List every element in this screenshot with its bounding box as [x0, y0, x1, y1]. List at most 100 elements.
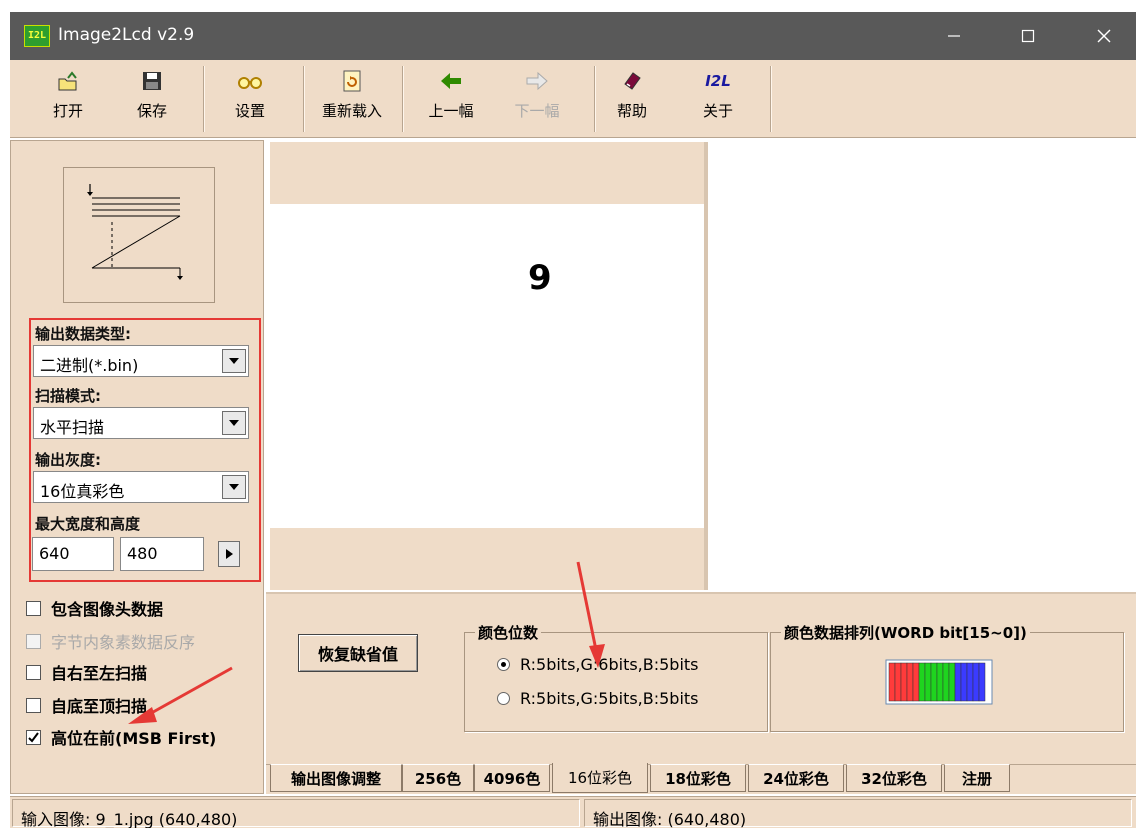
scan-mode-preview	[63, 167, 215, 303]
bit-blue	[972, 662, 980, 702]
open-button[interactable]: 打开	[50, 68, 86, 130]
scan-direction-icon	[87, 184, 183, 280]
help-button[interactable]: 帮助	[614, 68, 650, 130]
bit-red	[894, 662, 902, 702]
restore-default-button[interactable]: 恢复缺省值	[298, 634, 418, 672]
reload-icon	[337, 68, 367, 94]
bit-order-diagram	[885, 659, 993, 705]
checkbox-bottom-to-top[interactable]: 自底至顶扫描	[26, 693, 147, 717]
toolbar-separator	[303, 66, 305, 132]
max-height-input[interactable]: 480	[120, 537, 204, 571]
maximize-icon	[1021, 29, 1035, 43]
preview-digit: 9	[528, 258, 552, 298]
tab-24bit-color[interactable]: 24位彩色	[748, 764, 844, 792]
tab-4096-color[interactable]: 4096色	[474, 764, 550, 792]
color-settings-panel: 恢复缺省值 颜色位数 R:5bits,G:6bits,B:5bits R:5bi…	[266, 592, 1136, 764]
tab-256-color[interactable]: 256色	[402, 764, 474, 792]
open-icon	[53, 68, 83, 94]
gray-level-select[interactable]: 16位真彩色	[33, 471, 249, 503]
checkbox-right-to-left[interactable]: 自右至左扫描	[26, 660, 147, 684]
save-button[interactable]: 保存	[134, 68, 170, 130]
next-image-button: 下一幅	[510, 68, 564, 130]
radio-555[interactable]: R:5bits,G:5bits,B:5bits	[497, 689, 699, 708]
title-bar: I2L Image2Lcd v2.9	[10, 12, 1136, 60]
max-size-label: 最大宽度和高度	[35, 515, 141, 533]
color-bits-group: 颜色位数 R:5bits,G:6bits,B:5bits R:5bits,G:5…	[464, 622, 768, 732]
apply-size-button[interactable]	[218, 541, 240, 567]
checkbox-msb-first[interactable]: 高位在前(MSB First)	[26, 725, 216, 749]
bit-red	[906, 662, 914, 702]
help-book-icon	[617, 68, 647, 94]
dropdown-arrow-icon[interactable]	[222, 411, 246, 435]
reload-button[interactable]: 重新载入	[316, 68, 388, 130]
status-bar: 输入图像: 9_1.jpg (640,480) 输出图像: (640,480)	[10, 796, 1136, 828]
checkbox-reverse-pixels: 字节内象素数据反序	[26, 629, 195, 653]
bit-green	[936, 662, 944, 702]
tab-register[interactable]: 注册	[944, 764, 1010, 792]
checkbox-box[interactable]	[26, 697, 41, 713]
about-button[interactable]: I2L 关于	[700, 68, 736, 130]
bit-red	[912, 662, 920, 702]
bit-red	[888, 662, 896, 702]
window-title: Image2Lcd v2.9	[58, 25, 195, 45]
checkbox-include-header[interactable]: 包含图像头数据	[26, 596, 163, 620]
tab-output-adjust[interactable]: 输出图像调整	[270, 764, 402, 792]
toolbar-separator	[770, 66, 772, 132]
minimize-icon	[948, 35, 960, 37]
toolbar-separator	[402, 66, 404, 132]
output-type-select[interactable]: 二进制(*.bin)	[33, 345, 249, 377]
gray-level-label: 输出灰度:	[35, 451, 101, 469]
dropdown-arrow-icon[interactable]	[222, 475, 246, 499]
close-icon	[1097, 29, 1111, 43]
status-output-image: 输出图像: (640,480)	[584, 799, 1132, 828]
checkbox-box	[26, 633, 41, 649]
close-button[interactable]	[1080, 12, 1128, 60]
checkbox-box[interactable]	[26, 729, 41, 745]
maximize-button[interactable]	[1004, 12, 1052, 60]
bit-green	[948, 662, 956, 702]
checkbox-box[interactable]	[26, 664, 41, 680]
checkmark-icon	[28, 731, 39, 743]
input-image-preview: 9	[270, 142, 704, 590]
bit-green	[918, 662, 926, 702]
tab-18bit-color[interactable]: 18位彩色	[650, 764, 746, 792]
toolbar-separator	[594, 66, 596, 132]
toolbar-separator	[203, 66, 205, 132]
checkbox-box[interactable]	[26, 600, 41, 616]
radio-565[interactable]: R:5bits,G:6bits,B:5bits	[497, 655, 699, 674]
minimize-button[interactable]	[930, 12, 978, 60]
arrow-left-icon	[436, 68, 466, 94]
bit-green	[942, 662, 950, 702]
bit-blue	[966, 662, 974, 702]
input-image: 9	[270, 204, 704, 528]
save-icon	[137, 68, 167, 94]
scan-mode-select[interactable]: 水平扫描	[33, 407, 249, 439]
app-icon: I2L	[24, 25, 50, 47]
tabs-bar: 输出图像调整 256色 4096色 16位彩色 18位彩色 24位彩色 32位彩…	[266, 763, 1136, 794]
tab-32bit-color[interactable]: 32位彩色	[846, 764, 942, 792]
status-input-image: 输入图像: 9_1.jpg (640,480)	[12, 799, 580, 828]
toolbar: 打开 保存 设置 重新载入 上一幅 下一幅 帮助 I2L 关于	[10, 60, 1136, 138]
dropdown-arrow-icon[interactable]	[222, 349, 246, 373]
color-order-group: 颜色数据排列(WORD bit[15~0])	[770, 622, 1124, 732]
prev-image-button[interactable]: 上一幅	[424, 68, 478, 130]
glasses-icon	[235, 68, 265, 94]
bit-blue	[978, 662, 986, 702]
play-arrow-icon	[225, 549, 233, 559]
bit-green	[924, 662, 932, 702]
bit-green	[930, 662, 938, 702]
color-order-title: 颜色数据排列(WORD bit[15~0])	[781, 622, 1030, 643]
output-type-label: 输出数据类型:	[35, 325, 131, 343]
color-bits-title: 颜色位数	[475, 622, 542, 643]
max-width-input[interactable]: 640	[32, 537, 114, 571]
bit-red	[900, 662, 908, 702]
radio-selected-icon[interactable]	[497, 658, 510, 671]
tab-16bit-color[interactable]: 16位彩色	[552, 763, 648, 793]
bit-blue	[954, 662, 962, 702]
output-image-preview	[708, 142, 1136, 590]
arrow-right-icon	[522, 68, 552, 94]
about-logo-icon: I2L	[705, 72, 731, 90]
radio-unselected-icon[interactable]	[497, 692, 510, 705]
bit-blue	[960, 662, 968, 702]
settings-button[interactable]: 设置	[232, 68, 268, 130]
